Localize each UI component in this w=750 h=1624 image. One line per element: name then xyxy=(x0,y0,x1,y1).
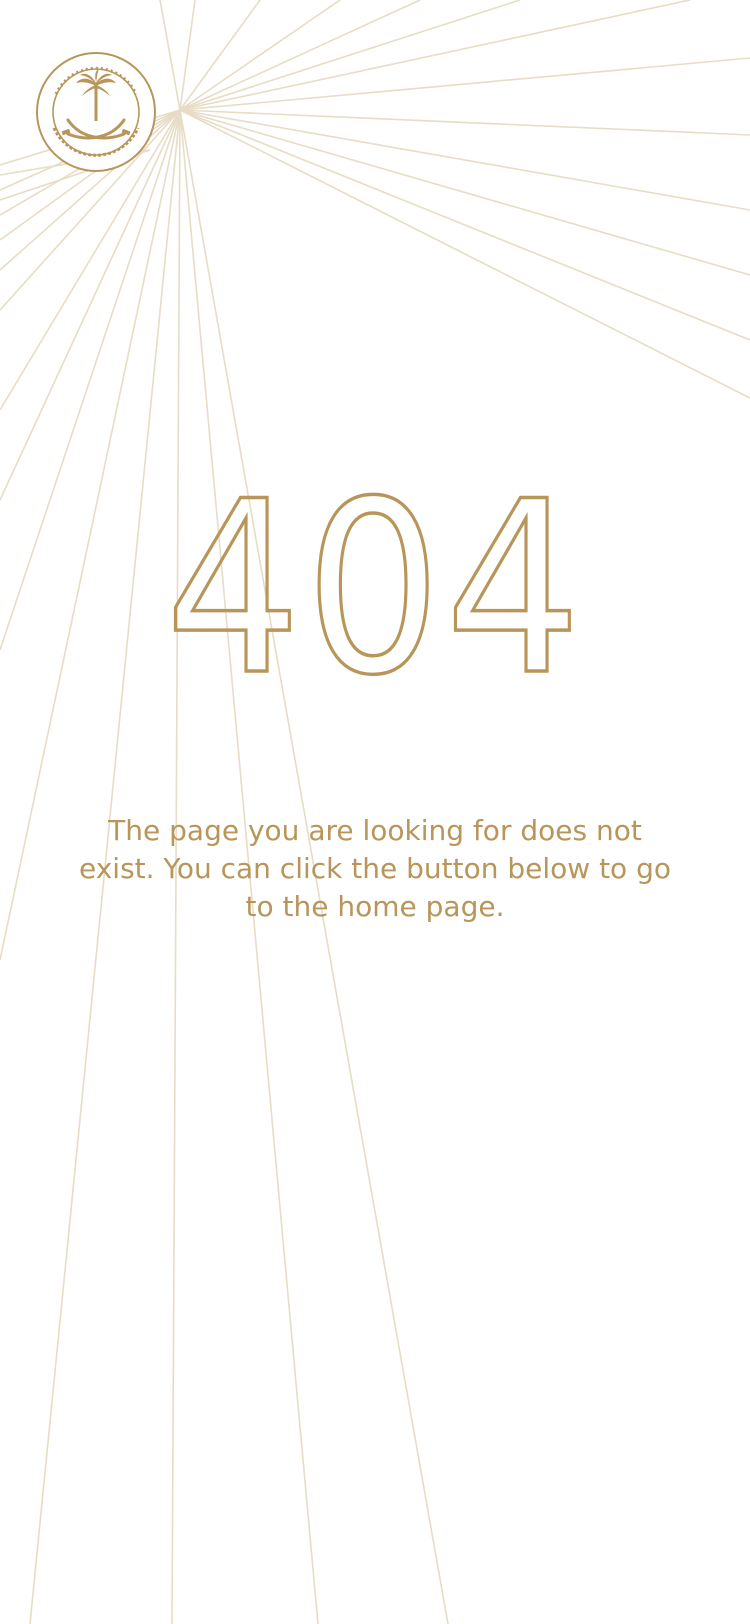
error-message: The page you are looking for does not ex… xyxy=(78,814,671,923)
not-found-page: 404 The page you are looking for does no… xyxy=(0,0,750,1624)
error-code: 404 xyxy=(163,485,585,697)
error-code-text: 404 xyxy=(165,485,585,697)
pif-emblem-icon xyxy=(36,52,156,172)
